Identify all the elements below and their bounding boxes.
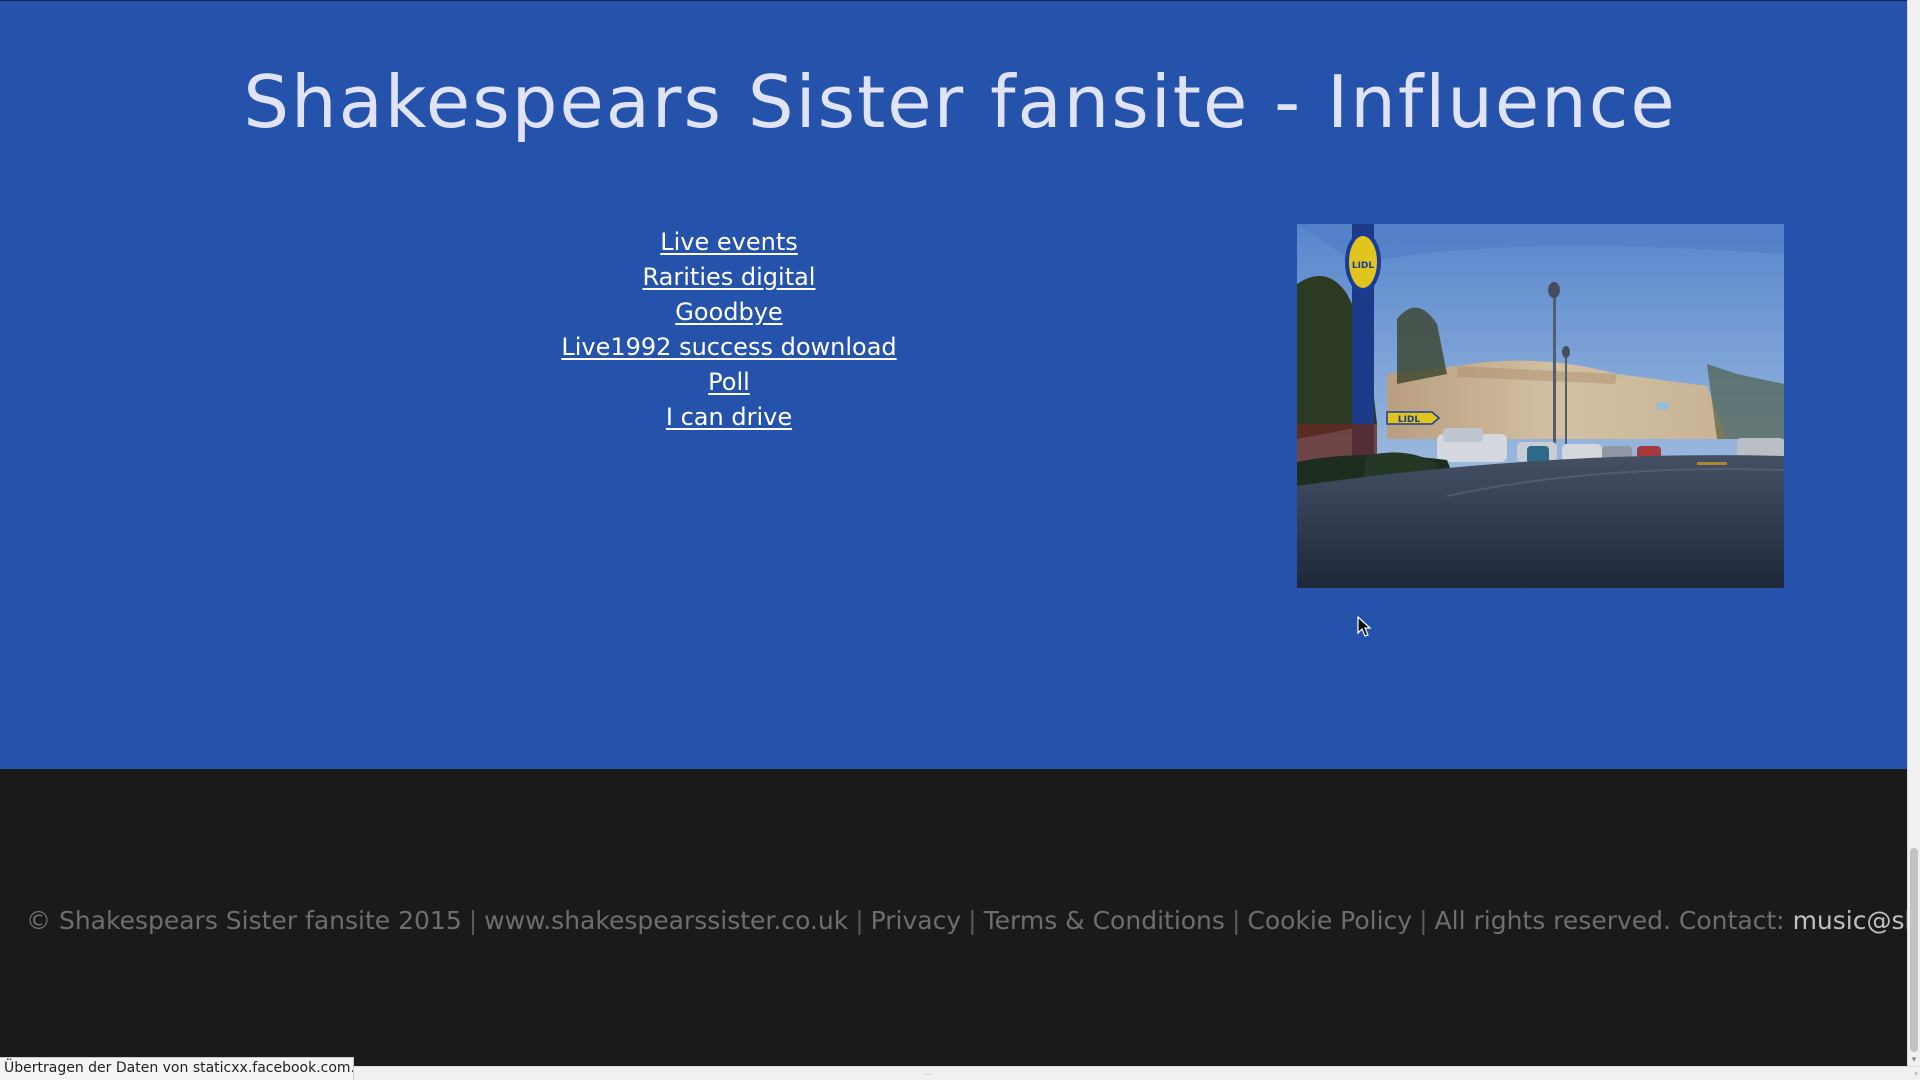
page-title: Shakespears Sister fansite - Influence: [243, 60, 1677, 144]
footer-separator: |: [1231, 906, 1241, 935]
link-list: Live events Rarities digital Goodbye Liv…: [529, 225, 929, 435]
link-i-can-drive[interactable]: I can drive: [529, 400, 929, 435]
cookie-policy-link[interactable]: Cookie Policy: [1247, 906, 1412, 935]
footer-site-link[interactable]: www.shakespearssister.co.uk: [484, 906, 848, 935]
parking-lot-photo: LIDL LIDL: [1297, 224, 1784, 588]
terms-link[interactable]: Terms & Conditions: [984, 906, 1225, 935]
link-live-events[interactable]: Live events: [529, 225, 929, 260]
footer-separator: |: [968, 906, 977, 935]
contact-email-link[interactable]: music@shakespearssister.co.uk: [1793, 906, 1907, 935]
footer-separator: |: [855, 906, 864, 935]
rights-text: All rights reserved. Contact:: [1434, 906, 1785, 935]
copyright-text: © Shakespears Sister fansite 2015: [26, 906, 462, 935]
scroll-down-arrow-icon[interactable]: ▾: [1908, 1054, 1920, 1066]
footer: © Shakespears Sister fansite 2015 | www.sh…: [0, 769, 1907, 1080]
horizontal-scrollbar[interactable]: ⋯ ›: [354, 1066, 1920, 1080]
link-live1992-download[interactable]: Live1992 success download: [529, 330, 929, 365]
scroll-right-arrow-icon[interactable]: ›: [1914, 1068, 1918, 1080]
vertical-scrollbar[interactable]: ▾: [1907, 0, 1920, 1080]
store-photo: LIDL LIDL: [1297, 224, 1784, 588]
scrollbar-thumb[interactable]: [1910, 848, 1918, 1052]
mouse-cursor-icon: [1357, 616, 1372, 637]
status-bar: Übertragen der Daten von staticxx.facebo…: [0, 1057, 354, 1080]
footer-separator: |: [468, 906, 478, 935]
link-goodbye[interactable]: Goodbye: [529, 295, 929, 330]
footer-bar: © Shakespears Sister fansite 2015 | www.sh…: [26, 901, 1907, 941]
privacy-link[interactable]: Privacy: [871, 906, 962, 935]
main-section: Shakespears Sister fansite - Influence L…: [0, 0, 1907, 769]
scrollbar-grip-icon[interactable]: ⋯: [924, 1071, 932, 1079]
link-poll[interactable]: Poll: [529, 365, 929, 400]
page-content: Shakespears Sister fansite - Influence L…: [0, 0, 1907, 1080]
link-rarities-digital[interactable]: Rarities digital: [529, 260, 929, 295]
browser-viewport: Shakespears Sister fansite - Influence L…: [0, 0, 1920, 1080]
footer-separator: |: [1419, 906, 1428, 935]
